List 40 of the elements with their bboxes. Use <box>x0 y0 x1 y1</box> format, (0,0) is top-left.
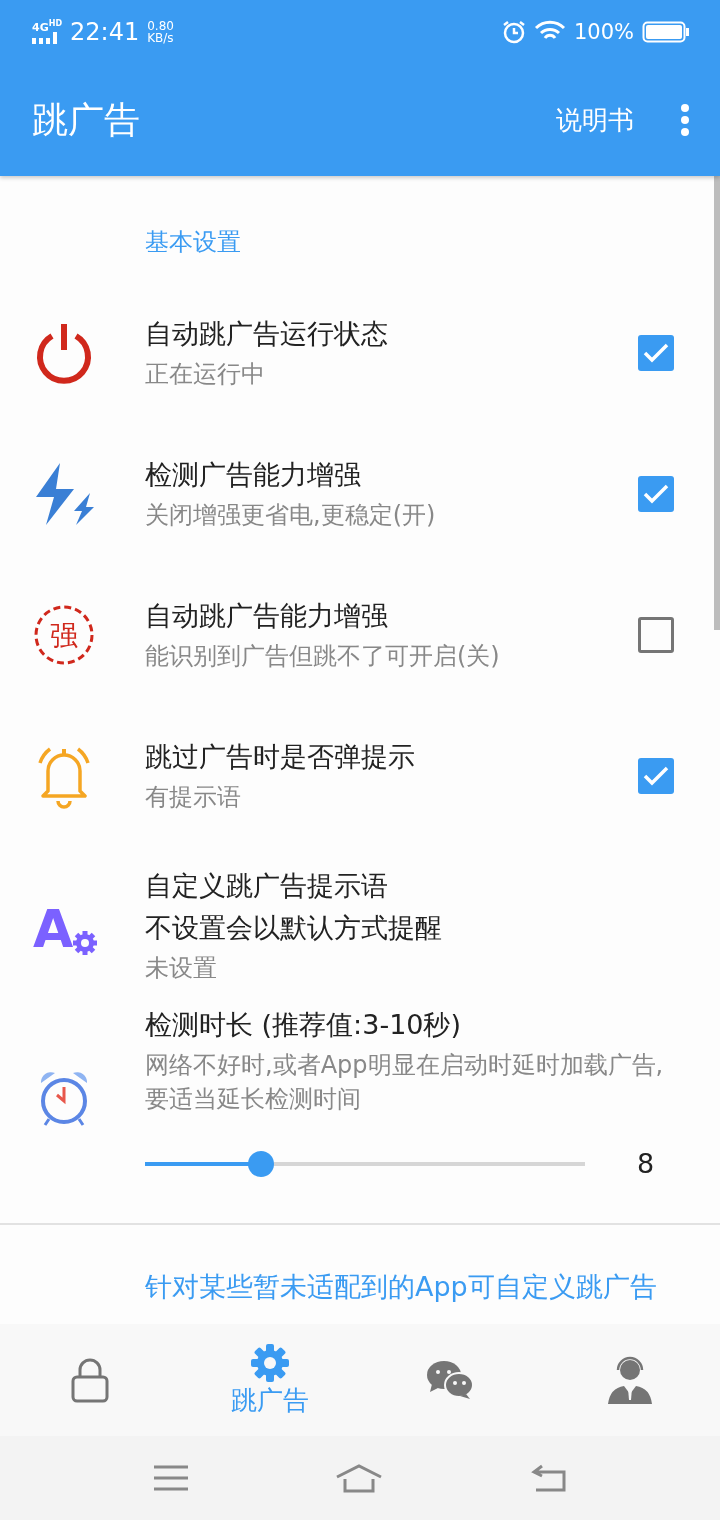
section-title: 针对某些暂未适配到的App可自定义跳广告 <box>144 1270 658 1304</box>
setting-subtitle: 正在运行中 <box>145 358 266 390</box>
chat-icon[interactable] <box>426 1360 474 1400</box>
back-icon[interactable] <box>530 1464 567 1492</box>
setting-subtitle: 网络不好时,或者App明显在启动时延时加载广告,要适当延长检测时间 <box>145 1050 665 1115</box>
setting-subtitle: 未设置 <box>145 953 218 984</box>
home-icon[interactable] <box>335 1463 383 1493</box>
app-title: 跳广告 <box>32 97 141 142</box>
checkbox[interactable] <box>638 475 674 512</box>
network-speed: 0.80 KB/s <box>147 20 174 44</box>
alarm-icon <box>501 20 526 44</box>
manual-button[interactable]: 说明书 <box>556 102 634 138</box>
setting-title: 检测时长 (推荐值:3-10秒) <box>145 1008 463 1042</box>
menu-icon[interactable] <box>153 1465 188 1491</box>
setting-subtitle: 能识别到广告但跳不了可开启(关) <box>145 640 501 672</box>
setting-title: 不设置会以默认方式提醒 <box>145 911 443 945</box>
slider-thumb[interactable] <box>248 1150 275 1177</box>
setting-title: 跳过广告时是否弹提示 <box>145 739 416 774</box>
checkbox[interactable] <box>638 757 674 794</box>
battery-icon <box>642 21 690 43</box>
support-agent-icon[interactable] <box>606 1356 654 1404</box>
badge-icon: 强 <box>33 603 95 666</box>
checkbox[interactable] <box>638 616 674 653</box>
network-type: 4G$^{HD}$ <box>32 19 63 33</box>
setting-title: 自动跳广告能力增强 <box>145 598 389 633</box>
slider-value: 8 <box>637 1148 655 1179</box>
setting-subtitle: 关闭增强更省电,更稳定(开) <box>145 499 437 531</box>
setting-title: 自动跳广告运行状态 <box>145 316 389 351</box>
setting-subtitle: 有提示语 <box>145 781 242 813</box>
section-title: 基本设置 <box>144 227 242 258</box>
setting-title: 检测广告能力增强 <box>145 457 362 492</box>
clock-time: 22:41 <box>70 18 140 46</box>
lock-icon[interactable] <box>71 1357 109 1403</box>
settings-icon[interactable] <box>250 1342 290 1383</box>
checkbox[interactable] <box>638 334 674 371</box>
more-menu-icon[interactable] <box>680 104 690 136</box>
nav-label[interactable]: 跳广告 <box>231 1382 309 1418</box>
setting-title: 自定义跳广告提示语 <box>145 869 389 903</box>
power-icon <box>34 321 94 384</box>
battery-percent: 100% <box>573 20 634 44</box>
